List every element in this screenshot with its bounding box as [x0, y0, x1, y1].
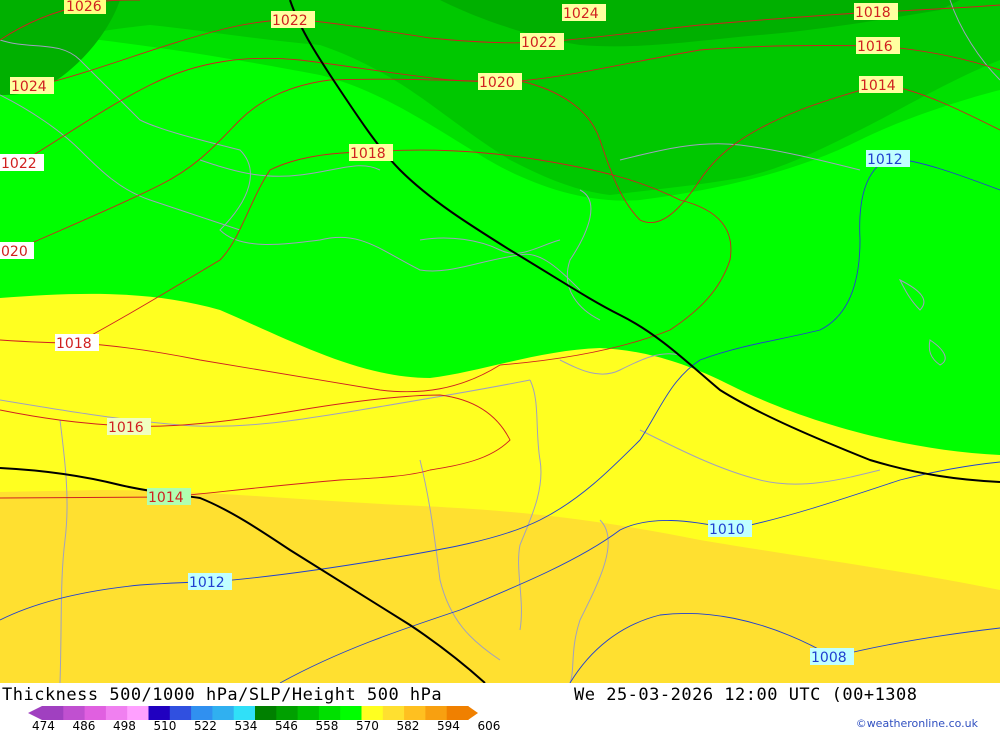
colorbar-swatch	[404, 706, 426, 720]
isobar-label-red: 1024	[10, 77, 54, 95]
colorbar-swatch	[63, 706, 86, 720]
svg-text:1008: 1008	[811, 650, 847, 666]
isobar-label-red: 1018	[854, 3, 898, 21]
svg-text:1026: 1026	[66, 0, 102, 15]
isobar-label-red: 1022	[271, 11, 315, 29]
colorbar-swatch	[297, 706, 320, 720]
isobar-label-red: 1024	[562, 4, 606, 22]
isobar-label-red: 1016	[856, 37, 900, 55]
colorbar-tick-label: 474	[32, 719, 55, 733]
map-timestamp: We 25-03-2026 12:00 UTC (00+1308	[574, 685, 918, 705]
colorbar-swatch	[212, 706, 235, 720]
colorbar-swatch	[425, 706, 448, 720]
colorbar-swatch	[84, 706, 107, 720]
isobar-label-red: 1020	[478, 73, 522, 91]
colorbar-tick-label: 570	[356, 719, 379, 733]
svg-text:1024: 1024	[11, 79, 47, 95]
colorbar-arrow-left	[28, 706, 42, 720]
isobar-label-red: 1018	[55, 334, 99, 352]
isobar-label-blue: 1012	[866, 150, 910, 168]
colorbar-tick-label: 510	[153, 719, 177, 733]
isobar-label-red: 1016	[107, 418, 151, 436]
colorbar-ticks: 474 486 498 510 522 534 546 558 570 582 594 606	[0, 719, 520, 733]
colorbar-tick-label: 558	[315, 719, 339, 733]
isobar-label-red: 1018	[349, 144, 393, 162]
colorbar-tick-label: 534	[234, 719, 258, 733]
svg-text:1014: 1014	[148, 490, 184, 506]
colorbar	[28, 706, 478, 720]
svg-text:1022: 1022	[521, 35, 557, 51]
colorbar-tick-label: 582	[396, 719, 420, 733]
isobar-label-red: 1022	[520, 33, 564, 51]
svg-text:1018: 1018	[350, 146, 386, 162]
colorbar-arrow-right	[468, 706, 478, 720]
colorbar-swatch	[340, 706, 362, 720]
colorbar-tick-label: 486	[72, 719, 96, 733]
svg-text:1022: 1022	[272, 13, 308, 29]
svg-text:1010: 1010	[709, 522, 745, 538]
isobar-label-red: 1014	[859, 76, 903, 94]
colorbar-swatch	[127, 706, 149, 720]
svg-text:1012: 1012	[189, 575, 225, 591]
colorbar-swatch	[42, 706, 64, 720]
svg-text:1018: 1018	[855, 5, 891, 21]
isobar-label-red: 020	[0, 242, 34, 260]
colorbar-swatch	[318, 706, 341, 720]
svg-text:1018: 1018	[56, 336, 92, 352]
map-footer: Thickness 500/1000 hPa/SLP/Height 500 hP…	[0, 683, 1000, 733]
colorbar-swatch	[148, 706, 171, 720]
svg-text:1012: 1012	[867, 152, 903, 168]
colorbar-swatch	[446, 706, 469, 720]
isobar-label-blue: 1008	[810, 648, 854, 666]
colorbar-swatch	[382, 706, 405, 720]
colorbar-swatch	[191, 706, 213, 720]
svg-text:1022: 1022	[1, 156, 37, 172]
colorbar-swatch	[276, 706, 299, 720]
svg-text:1016: 1016	[108, 420, 144, 436]
colorbar-tick-label: 498	[113, 719, 136, 733]
colorbar-swatch	[105, 706, 128, 720]
map-title: Thickness 500/1000 hPa/SLP/Height 500 hP…	[2, 685, 443, 705]
isobar-label-blue: 1010	[708, 520, 752, 538]
svg-text:1024: 1024	[563, 6, 599, 22]
isobar-label-red: 1026	[64, 0, 106, 15]
svg-text:1014: 1014	[860, 78, 896, 94]
colorbar-swatch	[169, 706, 192, 720]
isobar-label-red: 1014	[147, 488, 191, 506]
isobar-label-blue: 1012	[188, 573, 232, 591]
colorbar-tick-label: 522	[194, 719, 217, 733]
colorbar-tick-label: 594	[437, 719, 460, 733]
colorbar-tick-label: 546	[275, 719, 298, 733]
credit-link[interactable]: ©weatheronline.co.uk	[856, 717, 978, 730]
svg-text:1016: 1016	[857, 39, 893, 55]
weather-map: 1026 1022 1024 1018 1022 1016 1020 1014	[0, 0, 1000, 683]
colorbar-tick-label: 606	[477, 719, 501, 733]
svg-text:1020: 1020	[479, 75, 515, 91]
colorbar-swatch	[361, 706, 384, 720]
svg-text:020: 020	[1, 244, 28, 260]
colorbar-swatch	[255, 706, 277, 720]
isobar-label-red: 1022	[0, 154, 44, 172]
colorbar-swatch	[233, 706, 256, 720]
